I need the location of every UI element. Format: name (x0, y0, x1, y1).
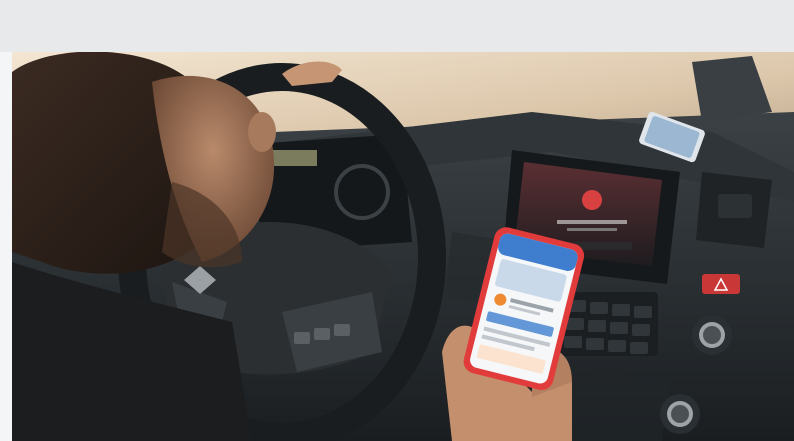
cluster-display (267, 150, 317, 166)
left-edge-strip (0, 52, 12, 441)
climate-knob-upper (692, 315, 732, 355)
cab-photo (12, 52, 794, 441)
climate-knob-lower (660, 394, 700, 434)
hazard-button (702, 274, 740, 294)
switch-cluster (560, 292, 658, 356)
music-app-icon (582, 190, 602, 210)
ear (248, 112, 276, 152)
cab-illustration (12, 52, 794, 441)
top-band (0, 0, 794, 52)
page (0, 0, 794, 441)
